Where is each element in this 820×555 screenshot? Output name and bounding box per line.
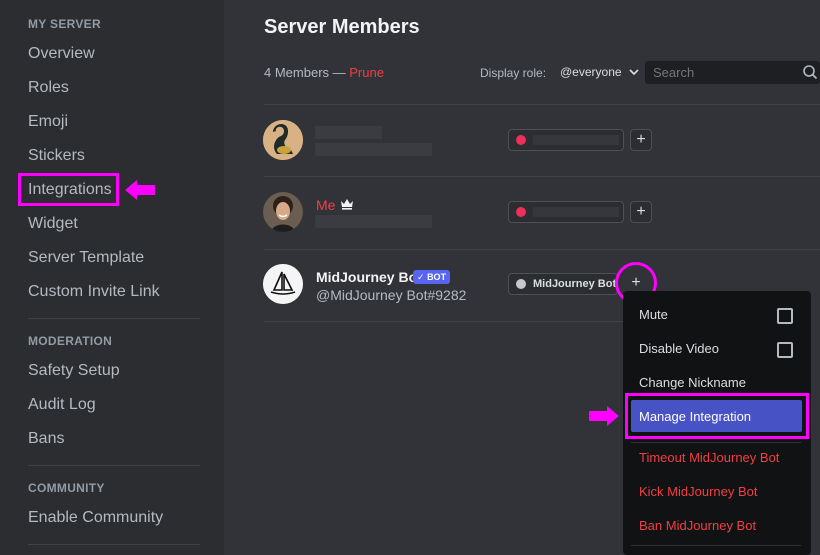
- sidebar-item-stickers[interactable]: Stickers: [28, 147, 85, 165]
- search-icon: [803, 65, 818, 80]
- role-color-dot: [516, 207, 526, 217]
- highlight-box-integrations: [18, 173, 119, 206]
- prune-link[interactable]: Prune: [349, 65, 384, 80]
- member-name: Me: [316, 197, 336, 213]
- pointer-arrow-integrations: [125, 180, 155, 200]
- crown-icon: [341, 199, 353, 210]
- menu-divider: [631, 545, 801, 546]
- menu-item-ban[interactable]: Ban MidJourney Bot: [639, 518, 756, 533]
- sidebar-item-enable-community[interactable]: Enable Community: [28, 509, 163, 527]
- sidebar-divider: [28, 465, 200, 466]
- sidebar-item-emoji[interactable]: Emoji: [28, 113, 68, 131]
- mute-checkbox[interactable]: [777, 308, 793, 324]
- menu-item-timeout[interactable]: Timeout MidJourney Bot: [639, 450, 779, 465]
- settings-sidebar: MY SERVER Overview Roles Emoji Stickers …: [0, 0, 224, 555]
- bot-tag-label: BOT: [427, 272, 447, 282]
- sidebar-item-bans[interactable]: Bans: [28, 430, 64, 448]
- avatar: [263, 192, 303, 232]
- sidebar-item-safety-setup[interactable]: Safety Setup: [28, 362, 120, 380]
- menu-item-mute[interactable]: Mute: [639, 307, 668, 322]
- menu-item-disable-video[interactable]: Disable Video: [639, 341, 719, 356]
- redacted-username: [315, 143, 432, 156]
- role-pill[interactable]: [508, 129, 624, 151]
- role-pill[interactable]: MidJourney Bot: [508, 273, 618, 295]
- sidebar-item-audit-log[interactable]: Audit Log: [28, 396, 96, 414]
- page-title: Server Members: [264, 16, 420, 38]
- display-role-select[interactable]: @everyone: [560, 65, 639, 79]
- sidebar-divider: [28, 544, 200, 545]
- redacted-username: [315, 215, 432, 228]
- sidebar-item-server-template[interactable]: Server Template: [28, 249, 144, 267]
- section-header-moderation: MODERATION: [28, 334, 113, 348]
- disable-video-checkbox[interactable]: [777, 342, 793, 358]
- pointer-arrow-manage-integration: [589, 406, 619, 426]
- list-divider: [264, 249, 820, 250]
- search-input[interactable]: [651, 64, 795, 81]
- search-box[interactable]: [645, 61, 820, 84]
- list-divider: [264, 321, 624, 322]
- add-role-button[interactable]: +: [630, 201, 652, 223]
- role-pill[interactable]: [508, 201, 624, 223]
- member-username: @MidJourney Bot#9282: [316, 287, 467, 303]
- section-header-community: COMMUNITY: [28, 481, 105, 495]
- bird-avatar-icon: [263, 120, 303, 160]
- redacted-role-name: [533, 207, 619, 217]
- display-role-label: Display role:: [480, 66, 547, 80]
- display-role-value: @everyone: [560, 65, 622, 79]
- redacted-role-name: [533, 135, 619, 145]
- avatar: [263, 264, 303, 304]
- sidebar-item-roles[interactable]: Roles: [28, 79, 69, 97]
- redacted-name: [315, 126, 382, 139]
- sidebar-item-custom-invite-link[interactable]: Custom Invite Link: [28, 283, 160, 301]
- menu-item-change-nickname[interactable]: Change Nickname: [639, 375, 746, 390]
- highlight-box-manage-integration: [625, 393, 809, 439]
- check-icon: ✓: [417, 272, 425, 282]
- member-name: MidJourney Bot: [316, 269, 422, 285]
- role-name: MidJourney Bot: [533, 278, 617, 290]
- bot-tag: ✓ BOT: [413, 270, 451, 284]
- avatar: [263, 120, 303, 160]
- sidebar-divider: [28, 318, 200, 319]
- chevron-down-icon: [629, 69, 639, 76]
- section-header-my-server: MY SERVER: [28, 17, 101, 31]
- menu-divider: [631, 442, 801, 443]
- context-menu: Mute Disable Video Change Nickname Manag…: [623, 291, 811, 555]
- menu-item-kick[interactable]: Kick MidJourney Bot: [639, 484, 758, 499]
- members-count-label: 4 Members —: [264, 65, 346, 80]
- midjourney-boat-icon: [263, 264, 303, 304]
- list-divider: [264, 176, 820, 177]
- sidebar-item-widget[interactable]: Widget: [28, 215, 78, 233]
- list-divider: [264, 104, 820, 105]
- add-role-button[interactable]: +: [630, 129, 652, 151]
- role-color-dot: [516, 135, 526, 145]
- sidebar-item-overview[interactable]: Overview: [28, 45, 95, 63]
- person-avatar-icon: [263, 192, 303, 232]
- role-color-dot: [516, 279, 526, 289]
- members-count: 4 Members — Prune: [264, 65, 384, 80]
